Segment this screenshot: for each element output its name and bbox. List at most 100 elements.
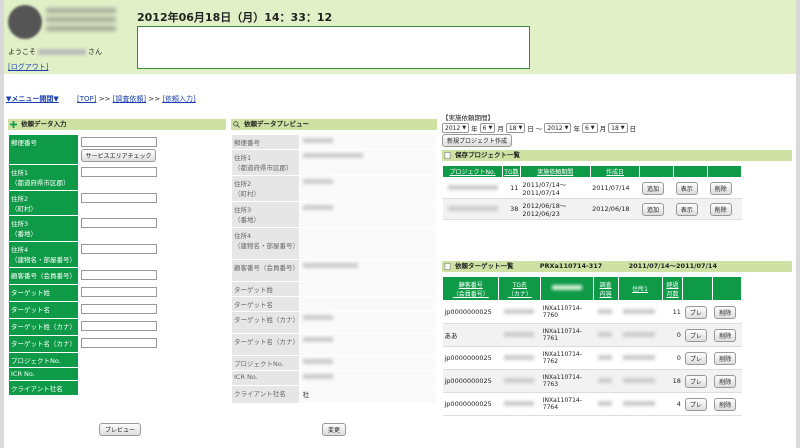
magnifier-icon bbox=[233, 121, 240, 128]
preview-row-label: プロジェクトNo. bbox=[231, 355, 300, 371]
text-input[interactable] bbox=[80, 137, 157, 147]
table-row: jp0000000025 INXa110714-7764 4 プレ 削除 bbox=[442, 392, 742, 416]
delete-button[interactable]: 削除 bbox=[714, 328, 737, 342]
year-unit: 年 bbox=[471, 125, 478, 133]
start-year-select[interactable]: 2012 ▼ bbox=[442, 123, 470, 133]
text-input[interactable] bbox=[80, 167, 157, 177]
blurred-value bbox=[623, 308, 656, 314]
delete-button[interactable]: 削除 bbox=[714, 305, 737, 319]
input-row-value bbox=[77, 301, 227, 319]
text-input[interactable] bbox=[80, 270, 157, 280]
input-row-value bbox=[77, 267, 227, 285]
start-year-value: 2012 bbox=[445, 124, 461, 132]
text-input[interactable] bbox=[80, 321, 157, 331]
text-input[interactable] bbox=[80, 218, 157, 228]
input-row-label: クライアント社名 bbox=[8, 380, 79, 396]
pre-button[interactable]: プレ bbox=[684, 397, 707, 411]
text-input[interactable] bbox=[80, 338, 157, 348]
end-year-select[interactable]: 2012 ▼ bbox=[544, 123, 572, 133]
show-button[interactable]: 表示 bbox=[675, 202, 698, 216]
add-button[interactable]: 追加 bbox=[641, 181, 664, 195]
delete-button[interactable]: 削除 bbox=[714, 397, 737, 411]
address1-cell bbox=[618, 323, 663, 347]
pre-button[interactable]: プレ bbox=[684, 305, 707, 319]
service-area-check-button[interactable]: サービスエリアチェック bbox=[80, 149, 157, 162]
col-action bbox=[639, 165, 675, 178]
end-month-value: 6 bbox=[584, 124, 589, 132]
months-cell: 4 bbox=[662, 392, 683, 416]
new-project-button[interactable]: 新規プロジェクト作成 bbox=[442, 134, 513, 147]
col-project-no[interactable]: プロジェクトNo. bbox=[442, 165, 503, 178]
preview-row-value bbox=[298, 149, 438, 176]
add-button[interactable]: 追加 bbox=[641, 202, 664, 216]
preview-row-label: ターゲット姓 bbox=[231, 281, 300, 297]
breadcrumb-separator: >> bbox=[146, 95, 163, 103]
action-cell: 削除 bbox=[712, 369, 742, 393]
client-suffix: 社 bbox=[302, 391, 310, 399]
preview-row: 顧客番号（会員番号） bbox=[231, 259, 438, 282]
customer-no-cell: jp0000000025 bbox=[442, 392, 499, 416]
start-day-select[interactable]: 18 ▼ bbox=[505, 123, 526, 133]
breadcrumb-input[interactable]: [依頼入力] bbox=[162, 95, 195, 103]
col-created[interactable]: 作成日 bbox=[589, 165, 641, 178]
notice-box bbox=[137, 26, 530, 69]
input-panel-header: 依頼データ入力 bbox=[8, 119, 226, 130]
table-cell: 11 bbox=[502, 177, 521, 199]
text-input[interactable] bbox=[80, 287, 157, 297]
preview-button[interactable]: プレビュー bbox=[99, 423, 141, 436]
day-unit: 日 bbox=[527, 125, 534, 133]
text-input[interactable] bbox=[80, 304, 157, 314]
col-tg-name[interactable]: TG名 （カナ） bbox=[498, 276, 542, 301]
company-name-blurred bbox=[46, 8, 116, 34]
col-period[interactable]: 実施依頼期間 bbox=[519, 165, 591, 178]
text-input[interactable] bbox=[80, 193, 157, 203]
months-cell: 0 bbox=[662, 346, 683, 370]
blurred-value bbox=[503, 354, 534, 360]
action-cell: プレ bbox=[682, 369, 713, 393]
icr-no-cell: INXa110714-7761 bbox=[540, 323, 594, 347]
pre-button[interactable]: プレ bbox=[684, 351, 707, 365]
show-button[interactable]: 表示 bbox=[675, 181, 698, 195]
chevron-down-icon: ▼ bbox=[488, 124, 493, 131]
col-survey-content[interactable]: 調査 内容 bbox=[592, 276, 619, 301]
end-day-select[interactable]: 18 ▼ bbox=[608, 123, 628, 133]
col-icr-no[interactable] bbox=[540, 276, 594, 301]
preview-row-label: 住所1 （都道府県市区郡） bbox=[231, 149, 300, 176]
delete-button[interactable]: 削除 bbox=[714, 351, 737, 365]
input-row-value bbox=[77, 190, 227, 216]
input-row-value bbox=[77, 367, 227, 381]
chevron-down-icon: ▼ bbox=[462, 124, 467, 131]
tg-name-cell bbox=[498, 369, 541, 393]
icr-no-cell: INXa110714-7763 bbox=[540, 369, 594, 393]
delete-button[interactable]: 削除 bbox=[709, 181, 732, 195]
preview-row-label: クライアント社名 bbox=[231, 385, 300, 404]
end-month-select[interactable]: 6 ▼ bbox=[581, 123, 598, 133]
input-row: 郵便番号 サービスエリアチェック bbox=[8, 134, 227, 165]
change-button[interactable]: 変更 bbox=[322, 423, 346, 436]
col-address1[interactable]: 住所1 bbox=[617, 276, 663, 301]
saved-projects-title: 保存プロジェクト一覧 bbox=[455, 151, 520, 159]
survey-content-cell bbox=[593, 323, 619, 347]
preview-row-value bbox=[298, 355, 438, 371]
pre-button[interactable]: プレ bbox=[684, 374, 707, 388]
start-month-select[interactable]: 6 ▼ bbox=[479, 123, 496, 133]
logout-link[interactable]: [ログアウト] bbox=[8, 62, 48, 72]
text-input[interactable] bbox=[80, 244, 157, 254]
pre-button[interactable]: プレ bbox=[684, 328, 707, 342]
menu-toggle-link[interactable]: ▼メニュー開閉▼ bbox=[6, 94, 59, 104]
blurred-value bbox=[623, 400, 656, 406]
delete-button[interactable]: 削除 bbox=[709, 202, 732, 216]
breadcrumb-survey[interactable]: [調査依頼] bbox=[113, 95, 146, 103]
preview-row-value bbox=[298, 311, 438, 334]
input-row-label: 顧客番号（会員番号） bbox=[8, 267, 79, 285]
input-row-value bbox=[77, 215, 227, 242]
delete-button[interactable]: 削除 bbox=[714, 374, 737, 388]
col-months[interactable]: 経過 月数 bbox=[661, 276, 684, 301]
breadcrumb-top[interactable]: [TOP] bbox=[77, 95, 96, 103]
table-row: 38 2012/06/18～2012/06/23 2012/06/18 追加 表示 削除 bbox=[442, 198, 742, 220]
action-cell: 削除 bbox=[712, 346, 742, 370]
col-tg-count[interactable]: TG数 bbox=[502, 165, 521, 178]
blurred-value bbox=[302, 263, 358, 268]
tg-name-cell bbox=[498, 323, 541, 347]
col-customer-no[interactable]: 顧客番号 （会員番号） bbox=[441, 276, 500, 301]
